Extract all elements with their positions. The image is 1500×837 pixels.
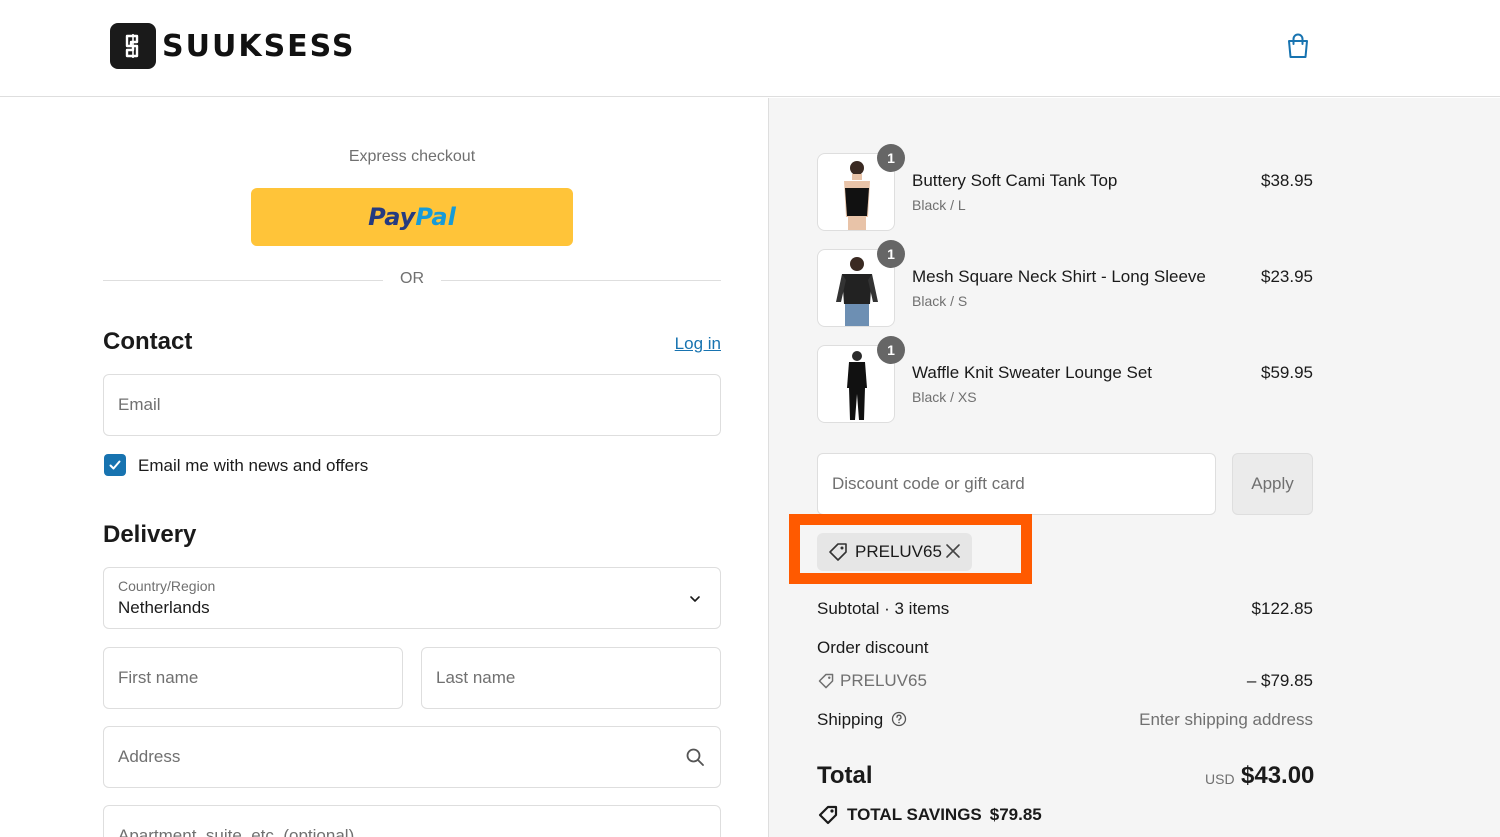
order-discount-label: Order discount <box>817 638 929 657</box>
tag-icon <box>818 673 834 689</box>
item-variant: Black / XS <box>912 389 977 405</box>
total-savings: TOTAL SAVINGS $79.85 <box>817 804 1042 826</box>
quantity-badge: 1 <box>877 144 905 172</box>
help-icon[interactable] <box>891 711 907 727</box>
login-link[interactable]: Log in <box>660 334 721 354</box>
newsletter-checkbox[interactable] <box>104 454 126 476</box>
paypal-button[interactable]: PayPal <box>251 188 573 246</box>
address-field[interactable]: Address <box>103 726 721 788</box>
order-discount-row: Order discount <box>817 638 1313 658</box>
applied-discount-chip: PRELUV65 <box>817 533 972 571</box>
checkmark-icon <box>109 460 121 470</box>
savings-label: TOTAL SAVINGS <box>847 805 982 824</box>
shipping-label: Shipping <box>817 710 884 729</box>
order-summary: 1 Buttery Soft Cami Tank Top Black / L $… <box>768 98 1500 837</box>
shopping-bag-icon[interactable] <box>1283 31 1313 61</box>
tag-icon <box>818 805 838 825</box>
subtotal-row: Subtotal · 3 items $122.85 <box>817 599 1313 619</box>
item-name: Buttery Soft Cami Tank Top <box>912 171 1118 190</box>
discount-code-label: PRELUV65 <box>840 671 927 690</box>
brand-name: SUUKSESS <box>162 28 356 64</box>
discount-value: – $79.85 <box>1246 671 1313 690</box>
subtotal-value: $122.85 <box>1251 599 1313 618</box>
logo-mark-icon <box>110 23 156 69</box>
item-name: Waffle Knit Sweater Lounge Set <box>912 363 1153 382</box>
discount-code-input[interactable]: Discount code or gift card <box>817 453 1216 515</box>
subtotal-label: Subtotal · 3 items <box>817 599 950 618</box>
newsletter-label: Email me with news and offers <box>138 456 369 475</box>
shipping-value: Enter shipping address <box>1139 710 1313 729</box>
item-price: $38.95 <box>1261 171 1313 190</box>
first-name-field[interactable]: First name <box>103 647 403 709</box>
email-field[interactable]: Email <box>103 374 721 436</box>
tag-icon <box>829 543 847 561</box>
quantity-badge: 1 <box>877 336 905 364</box>
product-thumbnail: 1 <box>817 336 905 423</box>
brand-logo[interactable]: SUUKSESS <box>110 23 356 69</box>
delivery-title: Delivery <box>103 521 197 548</box>
discount-code-text: PRELUV65 <box>855 542 942 561</box>
chevron-down-icon <box>690 596 700 602</box>
quantity-badge: 1 <box>877 240 905 268</box>
checkout-form: Express checkout PayPal OR Contact Log i… <box>0 98 768 837</box>
paypal-logo: PayPal <box>368 203 456 231</box>
apply-discount-button[interactable]: Apply <box>1232 453 1313 515</box>
total-label: Total <box>817 762 873 789</box>
item-variant: Black / S <box>912 293 968 309</box>
country-select[interactable]: Country/Region Netherlands <box>103 567 721 629</box>
total-amount: $43.00 <box>1241 762 1315 789</box>
close-icon[interactable] <box>945 543 961 559</box>
product-thumbnail: 1 <box>817 240 905 327</box>
cart-item: 1 Mesh Square Neck Shirt - Long Sleeve B… <box>817 240 1313 329</box>
product-thumbnail: 1 <box>817 144 905 231</box>
header: SUUKSESS <box>0 0 1500 97</box>
shipping-row: Shipping Enter shipping address <box>817 710 1313 730</box>
item-price: $23.95 <box>1261 267 1313 286</box>
last-name-field[interactable]: Last name <box>421 647 721 709</box>
cart-item: 1 Waffle Knit Sweater Lounge Set Black /… <box>817 336 1313 425</box>
cart-item: 1 Buttery Soft Cami Tank Top Black / L $… <box>817 144 1313 233</box>
item-name: Mesh Square Neck Shirt - Long Sleeve <box>912 267 1206 286</box>
search-icon[interactable] <box>685 747 705 767</box>
contact-title: Contact <box>103 328 193 355</box>
express-checkout-label: Express checkout <box>348 148 476 165</box>
currency-code: USD <box>1205 771 1235 787</box>
item-price: $59.95 <box>1261 363 1313 382</box>
savings-value: $79.85 <box>989 805 1042 824</box>
apartment-field[interactable]: Apartment, suite, etc. (optional) <box>103 805 721 837</box>
or-divider: OR <box>103 270 721 290</box>
item-variant: Black / L <box>912 197 966 213</box>
